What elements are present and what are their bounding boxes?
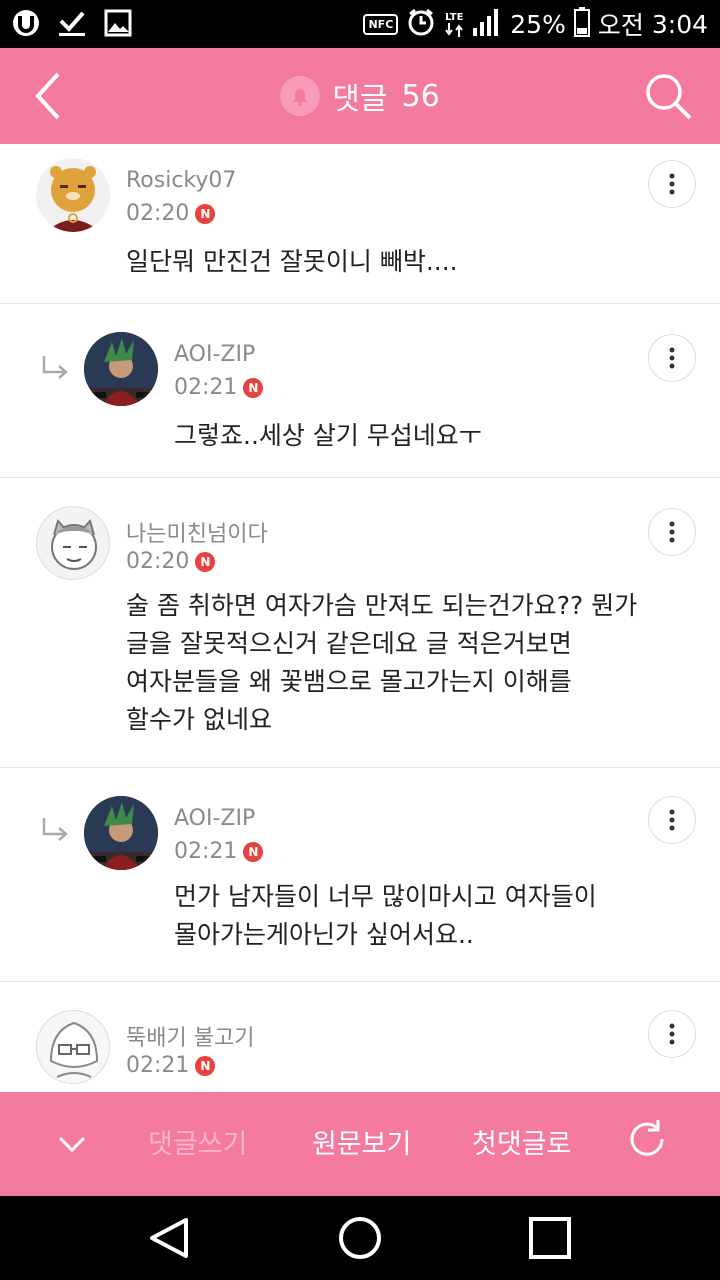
bell-icon[interactable] xyxy=(280,76,321,116)
more-vertical-icon xyxy=(669,347,675,369)
new-badge: N xyxy=(195,1055,216,1076)
comment-list[interactable]: Rosicky07 02:20 N 일단뭐 만진건 잘못이니 빼박.... AO… xyxy=(0,144,720,1092)
comment-text-line: 먼가 남자들이 너무 많이마시고 여자들이 xyxy=(174,882,597,911)
more-button[interactable] xyxy=(648,160,696,208)
comment-text-line: 여자분들을 왜 꽃뱀으로 몰고가는지 이해를 xyxy=(126,667,572,696)
new-badge: N xyxy=(243,841,264,862)
nav-home-button[interactable] xyxy=(336,1214,384,1262)
nfc-indicator: NFC xyxy=(363,13,399,35)
more-button[interactable] xyxy=(648,334,696,382)
square-recents-icon xyxy=(529,1217,571,1259)
battery-percent: 25% xyxy=(510,9,566,39)
gallery-icon xyxy=(102,8,134,38)
comment-time: 02:21 xyxy=(126,1053,190,1078)
comment-time: 02:21 xyxy=(174,375,238,400)
comment-author[interactable]: Rosicky07 xyxy=(126,168,236,193)
write-comment-button[interactable]: 댓글쓰기 xyxy=(148,1122,247,1161)
bottom-action-bar: 댓글쓰기 원문보기 첫댓글로 xyxy=(0,1092,720,1196)
comment-text-line: 글을 잘못적으신거 같은데요 글 적은거보면 xyxy=(126,629,572,658)
reply-arrow-icon xyxy=(40,354,72,384)
comment-text: 술 좀 취하면 여자가슴 만져도 되는건가요?? 뭔가 글을 잘못적으신거 같은… xyxy=(126,587,637,739)
nav-recents-button[interactable] xyxy=(526,1214,574,1262)
status-bar: NFC LTE 25% 오전 3:04 xyxy=(0,0,720,48)
reply-item: AOI-ZIP 02:21 N 그렇죠..세상 살기 무섭네요ㅜ xyxy=(0,304,720,478)
comment-text-line: 몰아가는게아닌가 싶어서요.. xyxy=(174,920,474,949)
comment-time: 02:21 xyxy=(174,839,238,864)
comment-author[interactable]: 뚝배기 불고기 xyxy=(126,1020,254,1052)
lte-indicator: LTE xyxy=(444,12,464,37)
clock-ampm: 오전 xyxy=(597,11,644,40)
refresh-icon xyxy=(630,1120,664,1156)
system-nav-bar xyxy=(0,1196,720,1280)
more-button[interactable] xyxy=(648,1010,696,1058)
view-original-button[interactable]: 원문보기 xyxy=(312,1122,411,1161)
more-vertical-icon xyxy=(669,521,675,543)
comment-text-line: 술 좀 취하면 여자가슴 만져도 되는건가요?? 뭔가 xyxy=(126,591,638,620)
signal-icon xyxy=(472,8,502,40)
comment-text: 그렇죠..세상 살기 무섭네요ㅜ xyxy=(174,421,482,450)
new-badge: N xyxy=(195,203,216,224)
comment-author[interactable]: AOI-ZIP xyxy=(174,806,255,831)
more-button[interactable] xyxy=(648,796,696,844)
clock-time: 3:04 xyxy=(651,9,708,39)
triangle-back-icon xyxy=(150,1218,188,1258)
avatar[interactable] xyxy=(36,1010,110,1084)
avatar[interactable] xyxy=(84,332,158,406)
comment-text: 일단뭐 만진건 잘못이니 빼박.... xyxy=(126,247,458,276)
comment-author[interactable]: 나는미친넘이다 xyxy=(126,516,268,548)
comment-item: 뚝배기 불고기 02:21 N xyxy=(0,982,720,1092)
avatar[interactable] xyxy=(36,506,110,580)
collapse-button[interactable] xyxy=(52,1126,92,1162)
comment-time: 02:20 xyxy=(126,201,190,226)
nav-back-button[interactable] xyxy=(146,1214,194,1262)
refresh-button[interactable] xyxy=(624,1116,670,1162)
battery-icon xyxy=(573,7,590,41)
page-title: 댓글 xyxy=(332,82,388,117)
comment-author[interactable]: AOI-ZIP xyxy=(174,342,255,367)
more-vertical-icon xyxy=(669,809,675,831)
chevron-down-icon xyxy=(58,1136,86,1153)
comment-item: 나는미친넘이다 02:20 N 술 좀 취하면 여자가슴 만져도 되는건가요??… xyxy=(0,478,720,768)
more-vertical-icon xyxy=(669,173,675,195)
avatar[interactable] xyxy=(36,158,110,232)
comment-count: 56 xyxy=(401,78,440,114)
reply-item: AOI-ZIP 02:21 N 먼가 남자들이 너무 많이마시고 여자들이 몰아… xyxy=(0,768,720,982)
more-button[interactable] xyxy=(648,508,696,556)
avatar[interactable] xyxy=(84,796,158,870)
comment-text: 먼가 남자들이 너무 많이마시고 여자들이 몰아가는게아닌가 싶어서요.. xyxy=(174,878,597,954)
app-header: 댓글 56 xyxy=(0,48,720,144)
carrier-u-icon xyxy=(10,8,42,38)
more-vertical-icon xyxy=(669,1023,675,1045)
reply-arrow-icon xyxy=(40,816,72,846)
comment-item: Rosicky07 02:20 N 일단뭐 만진건 잘못이니 빼박.... xyxy=(0,144,720,304)
comment-text-line: 할수가 없네요 xyxy=(126,705,272,734)
first-comment-button[interactable]: 첫댓글로 xyxy=(472,1122,571,1161)
search-button[interactable] xyxy=(644,72,694,122)
new-badge: N xyxy=(243,377,264,398)
circle-home-icon xyxy=(339,1217,381,1259)
download-complete-icon xyxy=(56,8,88,38)
alarm-icon xyxy=(406,7,436,41)
search-icon xyxy=(646,74,692,120)
new-badge: N xyxy=(195,551,216,572)
comment-time: 02:20 xyxy=(126,549,190,574)
